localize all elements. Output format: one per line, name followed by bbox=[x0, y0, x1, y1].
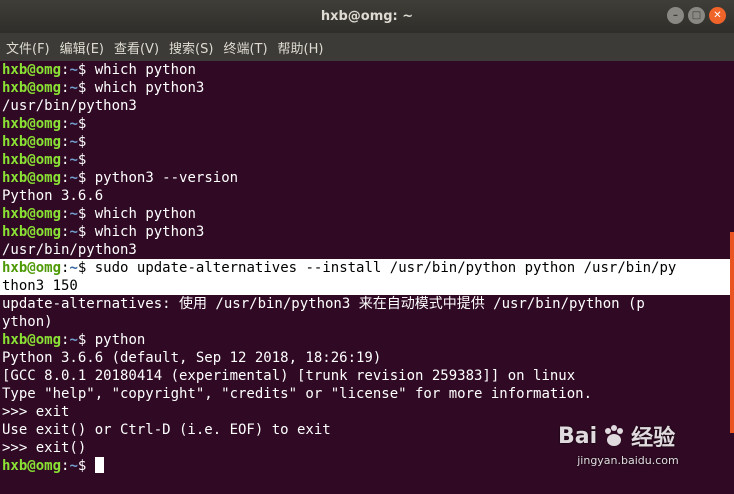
prompt-path: ~ bbox=[69, 116, 78, 132]
window-controls: – □ ✕ bbox=[667, 7, 726, 24]
terminal-window: hxb@omg: ~ – □ ✕ 文件(F) 编辑(E) 查看(V) 搜索(S)… bbox=[0, 0, 734, 494]
prompt-symbol: $ bbox=[77, 134, 87, 150]
prompt-path: ~ bbox=[69, 62, 78, 78]
command-text: which python bbox=[86, 206, 196, 222]
menu-terminal[interactable]: 终端(T) bbox=[223, 38, 267, 57]
output-text: [GCC 8.0.1 20180414 (experimental) [trun… bbox=[2, 368, 576, 384]
prompt-symbol: $ bbox=[77, 152, 87, 168]
watermark-logo-suffix: 经验 bbox=[631, 426, 676, 451]
prompt-user: hxb@omg bbox=[2, 458, 62, 474]
prompt-user: hxb@omg bbox=[2, 134, 62, 150]
output-text: thon3 150 bbox=[2, 278, 78, 294]
terminal-prompt-line: hxb@omg:~$ which python3 bbox=[2, 224, 205, 240]
scrollbar-indicator[interactable] bbox=[730, 232, 734, 433]
terminal-prompt-line: hxb@omg:~$ bbox=[2, 116, 87, 132]
output-text: >>> exit bbox=[2, 404, 70, 420]
prompt-user: hxb@omg bbox=[2, 80, 62, 96]
prompt-path: ~ bbox=[69, 224, 78, 240]
close-button[interactable]: ✕ bbox=[709, 7, 726, 24]
terminal-output-line: Type "help", "copyright", "credits" or "… bbox=[0, 385, 734, 403]
terminal-prompt-line: hxb@omg:~$ bbox=[2, 134, 87, 150]
watermark-url: jingyan.baidu.com bbox=[577, 454, 679, 467]
menu-bar: 文件(F) 编辑(E) 查看(V) 搜索(S) 终端(T) 帮助(H) bbox=[0, 33, 734, 61]
window-title: hxb@omg: ~ bbox=[320, 9, 414, 24]
menu-view[interactable]: 查看(V) bbox=[114, 38, 159, 57]
baidu-jingyan-watermark: Bai 经验 jingyan.baidu.com bbox=[558, 420, 698, 480]
command-text: python3 --version bbox=[86, 170, 239, 186]
prompt-path: ~ bbox=[69, 134, 78, 150]
output-text: /usr/bin/python3 bbox=[2, 242, 137, 258]
terminal-output-line: Python 3.6.6 bbox=[0, 187, 734, 205]
terminal-output-line: /usr/bin/python3 bbox=[0, 241, 734, 259]
menu-help[interactable]: 帮助(H) bbox=[278, 38, 324, 57]
output-text: Type "help", "copyright", "credits" or "… bbox=[2, 386, 593, 402]
terminal-output-line: >>> exit bbox=[0, 403, 734, 421]
terminal-prompt-line: hxb@omg:~$ which python bbox=[2, 62, 196, 78]
command-text: which python3 bbox=[86, 80, 205, 96]
prompt-user: hxb@omg bbox=[2, 62, 62, 78]
paw-icon bbox=[605, 425, 624, 446]
output-text: Python 3.6.6 bbox=[2, 188, 104, 204]
terminal-prompt-line: hxb@omg:~$ which python bbox=[2, 206, 196, 222]
prompt-path: ~ bbox=[69, 260, 78, 276]
prompt-path: ~ bbox=[69, 152, 78, 168]
prompt-user: hxb@omg bbox=[2, 152, 62, 168]
prompt-user: hxb@omg bbox=[2, 170, 62, 186]
terminal-prompt-line: hxb@omg:~$ which python3 bbox=[2, 80, 205, 96]
prompt-symbol: $ bbox=[77, 116, 87, 132]
watermark-logo-text: Bai bbox=[558, 423, 598, 449]
command-text bbox=[86, 458, 94, 474]
text-cursor bbox=[94, 457, 104, 473]
output-text: >>> exit() bbox=[2, 440, 87, 456]
prompt-user: hxb@omg bbox=[2, 260, 62, 276]
command-text: python bbox=[86, 332, 146, 348]
prompt-path: ~ bbox=[69, 206, 78, 222]
prompt-path: ~ bbox=[69, 332, 78, 348]
terminal-prompt-line: hxb@omg:~$ bbox=[2, 152, 87, 168]
prompt-user: hxb@omg bbox=[2, 116, 62, 132]
terminal-prompt-line: hxb@omg:~$ python bbox=[2, 332, 146, 348]
terminal-prompt-line: hxb@omg:~$ sudo update-alternatives --in… bbox=[0, 259, 734, 277]
terminal-output-line: /usr/bin/python3 bbox=[0, 97, 734, 115]
command-text: sudo update-alternatives --install /usr/… bbox=[86, 260, 677, 276]
prompt-user: hxb@omg bbox=[2, 332, 62, 348]
title-bar[interactable]: hxb@omg: ~ – □ ✕ bbox=[0, 0, 734, 33]
prompt-path: ~ bbox=[69, 170, 78, 186]
command-text: which python bbox=[86, 62, 196, 78]
menu-search[interactable]: 搜索(S) bbox=[169, 38, 213, 57]
terminal-output-line: [GCC 8.0.1 20180414 (experimental) [trun… bbox=[0, 367, 734, 385]
maximize-button[interactable]: □ bbox=[688, 7, 705, 24]
minimize-button[interactable]: – bbox=[667, 7, 684, 24]
output-text: Use exit() or Ctrl-D (i.e. EOF) to exit bbox=[2, 422, 331, 438]
terminal-output-line: ython) bbox=[0, 313, 734, 331]
prompt-path: ~ bbox=[69, 458, 78, 474]
output-text: Python 3.6.6 (default, Sep 12 2018, 18:2… bbox=[2, 350, 382, 366]
prompt-user: hxb@omg bbox=[2, 224, 62, 240]
terminal-prompt-line: hxb@omg:~$ python3 --version bbox=[2, 170, 239, 186]
terminal-output-line: thon3 150 bbox=[0, 277, 734, 295]
command-text: which python3 bbox=[86, 224, 205, 240]
terminal-output-line: update-alternatives: 使用 /usr/bin/python3… bbox=[0, 295, 734, 313]
menu-edit[interactable]: 编辑(E) bbox=[60, 38, 104, 57]
terminal-output-line: Python 3.6.6 (default, Sep 12 2018, 18:2… bbox=[0, 349, 734, 367]
menu-file[interactable]: 文件(F) bbox=[6, 38, 50, 57]
prompt-path: ~ bbox=[69, 80, 78, 96]
output-text: /usr/bin/python3 bbox=[2, 98, 137, 114]
output-text: update-alternatives: 使用 /usr/bin/python3… bbox=[2, 296, 645, 312]
output-text: ython) bbox=[2, 314, 53, 330]
prompt-user: hxb@omg bbox=[2, 206, 62, 222]
